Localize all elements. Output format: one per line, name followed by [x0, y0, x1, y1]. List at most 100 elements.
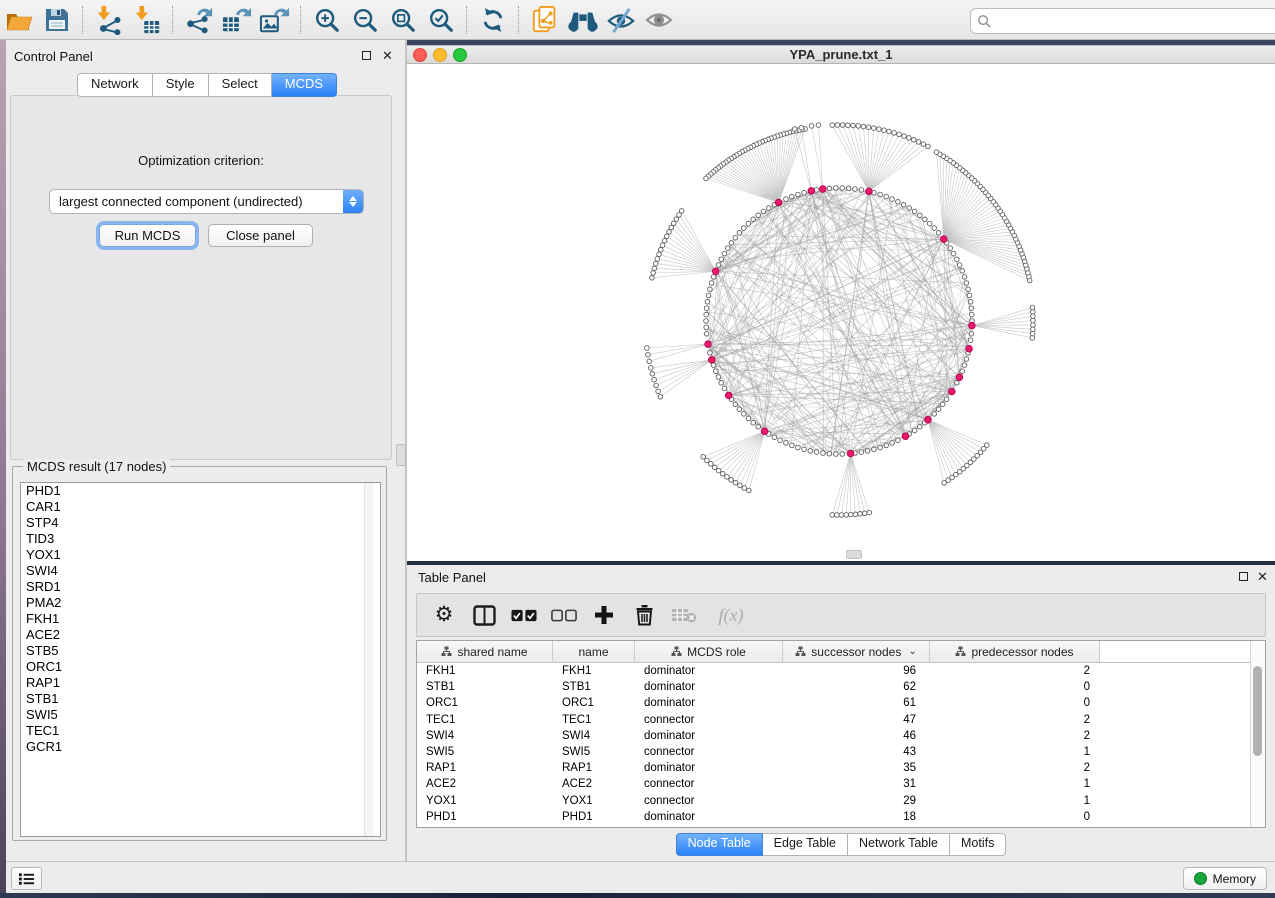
table-cell: STB1 — [417, 681, 553, 693]
search-field[interactable] — [970, 8, 1275, 34]
list-item[interactable]: FKH1 — [21, 611, 380, 627]
tab-style[interactable]: Style — [153, 73, 209, 97]
column-header-mcds-role[interactable]: MCDS role — [635, 641, 783, 662]
control-panel: Control Panel ✕ NetworkStyleSelectMCDS O… — [6, 40, 405, 861]
function-builder-button[interactable]: f(x) — [711, 602, 751, 628]
memory-button[interactable]: Memory — [1183, 867, 1267, 890]
panel-menu-button[interactable] — [11, 867, 42, 890]
table-cell: SWI4 — [553, 730, 635, 742]
network-window-titlebar[interactable]: YPA_prune.txt_1 — [407, 46, 1275, 64]
float-panel-icon[interactable] — [362, 51, 371, 60]
list-item[interactable]: TEC1 — [21, 723, 380, 739]
export-image-button[interactable] — [258, 4, 292, 36]
column-header-name[interactable]: name — [553, 641, 635, 662]
delete-table-button[interactable] — [671, 602, 697, 628]
close-panel-icon[interactable]: ✕ — [382, 51, 393, 61]
table-row[interactable]: TEC1TEC1connector472 — [417, 712, 1265, 728]
list-item[interactable]: CAR1 — [21, 499, 380, 515]
table-scrollbar-thumb[interactable] — [1253, 666, 1262, 756]
list-item[interactable]: RAP1 — [21, 675, 380, 691]
vertical-divider-handle[interactable] — [396, 444, 406, 466]
zoom-fit-button[interactable] — [386, 4, 420, 36]
search-network-button[interactable] — [566, 4, 600, 36]
list-item[interactable]: STP4 — [21, 515, 380, 531]
list-item[interactable]: PHD1 — [21, 483, 380, 499]
tab-motifs[interactable]: Motifs — [950, 833, 1006, 856]
import-table-button[interactable] — [130, 4, 164, 36]
mcds-result-list[interactable]: PHD1CAR1STP4TID3YOX1SWI4SRD1PMA2FKH1ACE2… — [20, 482, 381, 837]
table-cell: SWI5 — [553, 746, 635, 758]
list-item[interactable]: SRD1 — [21, 579, 380, 595]
table-scrollbar[interactable] — [1250, 641, 1265, 827]
tab-select[interactable]: Select — [209, 73, 272, 97]
run-mcds-button[interactable]: Run MCDS — [99, 224, 196, 247]
table-cell: ACE2 — [553, 778, 635, 790]
save-session-button[interactable] — [40, 4, 74, 36]
zoom-out-button[interactable] — [348, 4, 382, 36]
table-cell: connector — [635, 795, 783, 807]
optimization-criterion-select[interactable]: largest connected component (undirected) — [49, 189, 364, 214]
export-image-icon — [259, 5, 291, 35]
dropdown-stepper-icon — [343, 189, 363, 214]
table-row[interactable]: RAP1RAP1dominator352 — [417, 760, 1265, 776]
table-cell: PHD1 — [553, 811, 635, 823]
network-canvas[interactable] — [407, 64, 1275, 561]
hide-eye-icon — [606, 6, 636, 34]
close-panel-button[interactable]: Close panel — [208, 224, 313, 247]
list-item[interactable]: STB1 — [21, 691, 380, 707]
table-cell: SWI5 — [417, 746, 553, 758]
table-row[interactable]: PHD1PHD1dominator180 — [417, 809, 1265, 825]
list-item[interactable]: YOX1 — [21, 547, 380, 563]
column-header-shared-name[interactable]: shared name — [417, 641, 553, 662]
list-item[interactable]: SWI5 — [21, 707, 380, 723]
show-all-button[interactable] — [642, 4, 676, 36]
tab-edge-table[interactable]: Edge Table — [763, 833, 848, 856]
column-layout-button[interactable] — [471, 602, 497, 628]
list-item[interactable]: ORC1 — [21, 659, 380, 675]
zoom-in-button[interactable] — [310, 4, 344, 36]
import-network-button[interactable] — [92, 4, 126, 36]
delete-column-button[interactable] — [631, 602, 657, 628]
export-network-button[interactable] — [182, 4, 216, 36]
table-settings-button[interactable]: ⚙ — [431, 602, 457, 628]
list-item[interactable]: SWI4 — [21, 563, 380, 579]
horizontal-divider-handle[interactable] — [846, 550, 862, 559]
refresh-button[interactable] — [476, 4, 510, 36]
column-header-predecessor-nodes[interactable]: predecessor nodes — [930, 641, 1100, 662]
column-label: name — [578, 645, 608, 659]
search-input[interactable] — [992, 10, 1273, 32]
open-file-button[interactable] — [2, 4, 36, 36]
zoom-selected-button[interactable] — [424, 4, 458, 36]
table-row[interactable]: STB1STB1dominator620 — [417, 679, 1265, 695]
unselect-all-columns-button[interactable] — [551, 602, 577, 628]
table-cell: TEC1 — [553, 714, 635, 726]
tab-network[interactable]: Network — [77, 73, 153, 97]
export-web-document-button[interactable] — [528, 4, 562, 36]
table-row[interactable]: YOX1YOX1connector291 — [417, 793, 1265, 809]
table-panel-tabs: Node TableEdge TableNetwork TableMotifs — [676, 833, 1007, 856]
hide-selected-button[interactable] — [604, 4, 638, 36]
tab-mcds[interactable]: MCDS — [272, 73, 337, 97]
list-item[interactable]: STB5 — [21, 643, 380, 659]
table-row[interactable]: SWI4SWI4dominator462 — [417, 728, 1265, 744]
table-row[interactable]: FKH1FKH1dominator962 — [417, 663, 1265, 679]
list-item[interactable]: GCR1 — [21, 739, 380, 755]
export-table-button[interactable] — [220, 4, 254, 36]
list-item[interactable]: PMA2 — [21, 595, 380, 611]
result-scrollbar[interactable] — [364, 483, 373, 836]
table-cell: 43 — [783, 746, 930, 758]
list-item[interactable]: ACE2 — [21, 627, 380, 643]
table-cell: PHD1 — [417, 811, 553, 823]
table-cell: connector — [635, 714, 783, 726]
table-row[interactable]: ACE2ACE2connector311 — [417, 776, 1265, 792]
table-row[interactable]: ORC1ORC1dominator610 — [417, 695, 1265, 711]
select-all-columns-button[interactable] — [511, 602, 537, 628]
float-table-panel-icon[interactable] — [1239, 572, 1248, 581]
tab-node-table[interactable]: Node Table — [676, 833, 763, 856]
tab-network-table[interactable]: Network Table — [848, 833, 950, 856]
close-table-panel-icon[interactable]: ✕ — [1257, 572, 1268, 582]
add-column-button[interactable] — [591, 602, 617, 628]
column-header-successor-nodes[interactable]: successor nodes⌄ — [783, 641, 930, 662]
table-row[interactable]: SWI5SWI5connector431 — [417, 744, 1265, 760]
list-item[interactable]: TID3 — [21, 531, 380, 547]
